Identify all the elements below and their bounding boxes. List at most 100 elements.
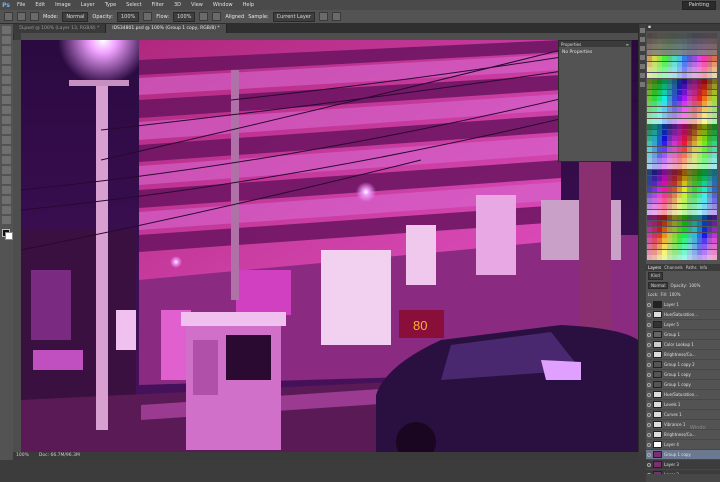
marquee-tool-icon[interactable] <box>2 36 11 44</box>
swatches-grid[interactable] <box>647 33 719 263</box>
visibility-eye-icon[interactable] <box>647 392 651 397</box>
clone-source-icon[interactable] <box>30 12 39 21</box>
visibility-eye-icon[interactable] <box>647 402 651 407</box>
color-swatch[interactable] <box>712 44 717 50</box>
fill-value[interactable]: 100% <box>669 292 680 297</box>
layer-row[interactable]: Layer 1 <box>646 300 720 310</box>
panel-menu-icon[interactable]: ≡ <box>626 42 629 47</box>
gradient-tool-icon[interactable] <box>2 136 11 144</box>
paragraph-panel-icon[interactable] <box>640 82 645 87</box>
brush-preset-icon[interactable] <box>17 12 26 21</box>
color-swatch[interactable] <box>712 238 717 244</box>
menu-window[interactable]: Window <box>208 2 238 8</box>
color-swatch[interactable] <box>712 112 717 118</box>
color-swatch[interactable] <box>712 204 717 209</box>
brush-panel-icon[interactable] <box>640 55 645 60</box>
layer-row[interactable]: Group 1 copy 2 <box>646 360 720 370</box>
layer-row[interactable]: Brightness/Co... <box>646 350 720 360</box>
tab-info[interactable]: Info <box>700 264 708 271</box>
color-swatch[interactable] <box>712 101 717 107</box>
color-swatch[interactable] <box>712 186 717 192</box>
lasso-tool-icon[interactable] <box>2 46 11 54</box>
visibility-eye-icon[interactable] <box>647 332 651 337</box>
color-swatch[interactable] <box>712 215 717 221</box>
ignore-adjustment-icon[interactable] <box>318 12 328 21</box>
color-swatch[interactable] <box>712 90 717 95</box>
layer-row[interactable]: Levels 1 <box>646 400 720 410</box>
hand-tool-icon[interactable] <box>2 206 11 214</box>
opacity-input[interactable]: 100% <box>116 11 140 22</box>
path-select-tool-icon[interactable] <box>2 186 11 194</box>
layer-row[interactable]: Brightness/Co... <box>646 430 720 440</box>
color-swatch[interactable] <box>712 175 717 181</box>
character-panel-icon[interactable] <box>640 73 645 78</box>
visibility-eye-icon[interactable] <box>647 372 651 377</box>
color-swatch[interactable] <box>712 124 717 130</box>
color-swatch[interactable] <box>712 78 717 84</box>
menu-filter[interactable]: Filter <box>147 2 169 8</box>
color-swatch[interactable] <box>712 84 717 90</box>
color-swatch[interactable] <box>712 135 717 141</box>
swatches-tab-icon[interactable]: ▪ <box>648 25 651 30</box>
color-swatch[interactable] <box>712 55 717 61</box>
eraser-tool-icon[interactable] <box>2 126 11 134</box>
color-swatch[interactable] <box>712 232 717 238</box>
crop-tool-icon[interactable] <box>2 66 11 74</box>
layer-row[interactable]: Layer 3 <box>646 460 720 470</box>
layer-row[interactable]: Color Lookup 1 <box>646 340 720 350</box>
visibility-eye-icon[interactable] <box>647 462 651 467</box>
mode-select[interactable]: Normal <box>62 11 89 22</box>
menu-type[interactable]: Type <box>100 2 121 8</box>
move-tool-icon[interactable] <box>2 26 11 34</box>
color-swatch[interactable] <box>712 243 717 249</box>
color-swatch[interactable] <box>712 33 717 38</box>
tab-paths[interactable]: Paths <box>686 264 697 271</box>
document-canvas[interactable]: 80 <box>21 40 638 452</box>
workspace-select[interactable]: Painting <box>681 1 716 10</box>
visibility-eye-icon[interactable] <box>647 362 651 367</box>
menu-layer[interactable]: Layer <box>76 2 100 8</box>
tool-preset-icon[interactable] <box>4 12 13 21</box>
layer-row[interactable]: Layer 5 <box>646 320 720 330</box>
color-swatch[interactable] <box>712 67 717 73</box>
visibility-eye-icon[interactable] <box>647 412 651 417</box>
clone-stamp-tool-icon[interactable] <box>2 106 11 114</box>
color-swatch[interactable] <box>712 107 717 113</box>
eyedropper-tool-icon[interactable] <box>2 76 11 84</box>
type-tool-icon[interactable] <box>2 176 11 184</box>
blur-tool-icon[interactable] <box>2 146 11 154</box>
dodge-tool-icon[interactable] <box>2 156 11 164</box>
quick-select-tool-icon[interactable] <box>2 56 11 64</box>
tab-document-1[interactable]: 5Lpwd @ 100% (Layer 13, RGB/8) * <box>13 24 107 33</box>
background-color-swatch[interactable] <box>5 232 13 240</box>
layer-opacity-value[interactable]: 100% <box>689 283 700 288</box>
shape-tool-icon[interactable] <box>2 196 11 204</box>
clone-source-panel-icon[interactable] <box>640 64 645 69</box>
color-swatch[interactable] <box>712 152 717 158</box>
adjustments-panel-icon[interactable] <box>640 46 645 51</box>
zoom-tool-icon[interactable] <box>2 216 11 224</box>
visibility-eye-icon[interactable] <box>647 422 651 427</box>
color-swatch[interactable] <box>712 181 717 187</box>
color-swatch[interactable] <box>712 249 717 255</box>
menu-image[interactable]: Image <box>50 2 76 8</box>
healing-tool-icon[interactable] <box>2 86 11 94</box>
blend-mode-select[interactable]: Normal <box>648 281 669 289</box>
visibility-eye-icon[interactable] <box>647 452 651 457</box>
layer-row[interactable]: Hue/Saturation... <box>646 390 720 400</box>
color-swatch[interactable] <box>712 72 717 78</box>
color-swatch[interactable] <box>712 226 717 232</box>
visibility-eye-icon[interactable] <box>647 352 651 357</box>
brush-tool-icon[interactable] <box>2 96 11 104</box>
menu-view[interactable]: View <box>186 2 208 8</box>
color-swatch[interactable] <box>712 50 717 56</box>
pen-tool-icon[interactable] <box>2 166 11 174</box>
pressure-opacity-icon[interactable] <box>143 12 153 21</box>
visibility-eye-icon[interactable] <box>647 302 651 307</box>
color-swatch[interactable] <box>712 164 717 170</box>
color-swatch[interactable] <box>712 209 717 215</box>
menu-3d[interactable]: 3D <box>169 2 186 8</box>
color-swatch[interactable] <box>712 141 717 147</box>
layer-row[interactable]: Group 1 <box>646 330 720 340</box>
color-swatch[interactable] <box>712 147 717 152</box>
